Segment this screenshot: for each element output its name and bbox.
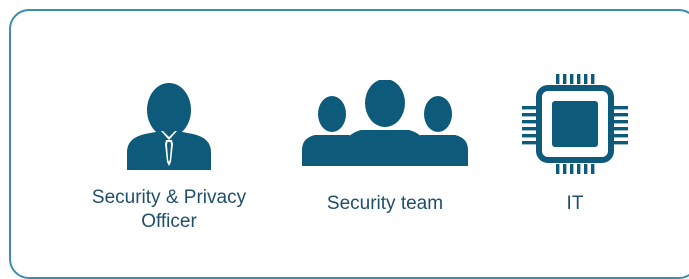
role-label-it: IT <box>530 192 620 216</box>
officer-with-tie-icon <box>123 82 215 170</box>
role-label-text: IT <box>566 193 584 214</box>
role-label-text: Security & Privacy Officer <box>91 187 247 232</box>
microchip-icon <box>520 72 630 176</box>
role-label-text: Security team <box>326 193 444 214</box>
role-label-security-team: Security team <box>294 192 476 216</box>
group-icon <box>299 80 471 166</box>
role-label-security-privacy-officer: Security & Privacy Officer <box>66 186 272 234</box>
